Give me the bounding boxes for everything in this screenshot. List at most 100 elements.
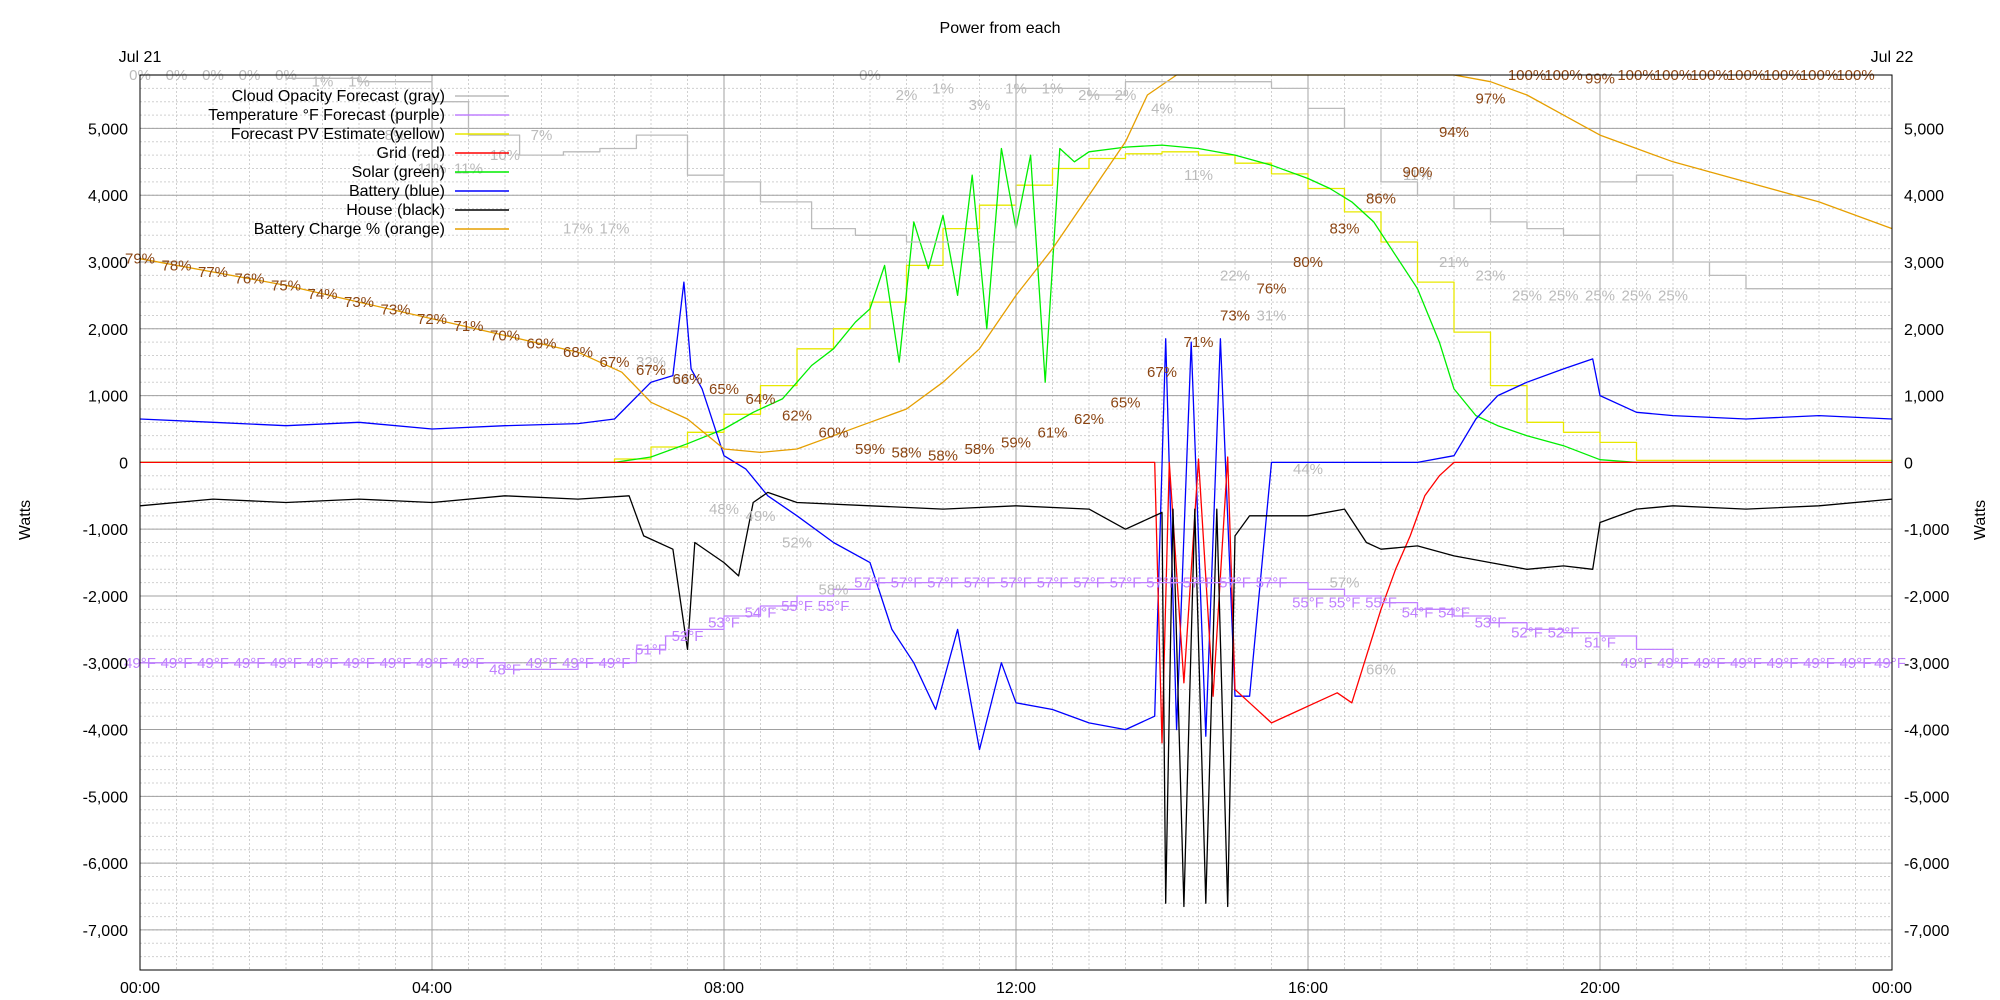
cloud-opacity-label: 11% <box>454 161 483 178</box>
temperature-label: 49°F <box>1657 655 1689 672</box>
battery-charge-label: 86% <box>1366 191 1396 208</box>
battery-charge-label: 73% <box>344 294 374 311</box>
x-tick-label: 20:00 <box>1580 980 1620 997</box>
cloud-opacity-label: 1% <box>1042 80 1064 97</box>
legend-entry-label: Grid (red) <box>377 145 445 162</box>
cloud-opacity-label: 49% <box>745 508 775 525</box>
y-tick-label-right: 0 <box>1904 455 1913 472</box>
x-tick-label: 00:00 <box>1872 980 1912 997</box>
y-tick-label-left: 4,000 <box>88 188 128 205</box>
date-label: Jul 21 <box>119 49 162 66</box>
y-tick-label-left: 1,000 <box>88 389 128 406</box>
temperature-label: 57°F <box>1037 575 1069 592</box>
temperature-label: 49°F <box>1621 655 1653 672</box>
temperature-label: 49°F <box>526 655 558 672</box>
battery-charge-label: 58% <box>891 444 921 461</box>
temperature-label: 49°F <box>562 655 594 672</box>
cloud-opacity-label: 25% <box>1512 287 1542 304</box>
battery-charge-label: 67% <box>636 362 666 379</box>
battery-charge-label: 69% <box>526 336 556 353</box>
temperature-label: 49°F <box>380 655 412 672</box>
battery-charge-label: 77% <box>198 264 228 281</box>
temperature-label: 52°F <box>1548 625 1580 642</box>
battery-charge-label: 73% <box>1220 307 1250 324</box>
y-tick-label-right: -7,000 <box>1904 923 1949 940</box>
temperature-label: 51°F <box>1584 635 1616 652</box>
battery-charge-label: 68% <box>563 344 593 361</box>
cloud-opacity-label: 4% <box>1151 100 1173 117</box>
battery-charge-label: 78% <box>161 257 191 274</box>
battery-charge-label: 59% <box>1001 434 1031 451</box>
temperature-label: 57°F <box>1073 575 1105 592</box>
battery-charge-label: 58% <box>964 441 994 458</box>
cloud-opacity-label: 2% <box>1115 87 1137 104</box>
temperature-label: 49°F <box>1767 655 1799 672</box>
temperature-label: 49°F <box>1730 655 1762 672</box>
y-tick-label-right: -2,000 <box>1904 589 1949 606</box>
y-tick-label-left: -1,000 <box>83 522 128 539</box>
cloud-opacity-label: 25% <box>1548 287 1578 304</box>
x-tick-label: 04:00 <box>412 980 452 997</box>
cloud-opacity-label: 17% <box>599 221 629 238</box>
battery-charge-label: 73% <box>380 301 410 318</box>
temperature-label: 57°F <box>1219 575 1251 592</box>
cloud-opacity-label: 31% <box>1256 307 1286 324</box>
battery-charge-label: 99% <box>1585 70 1615 87</box>
y-tick-label-right: 2,000 <box>1904 322 1944 339</box>
temperature-label: 57°F <box>891 575 923 592</box>
cloud-opacity-label: 21% <box>1439 254 1469 271</box>
cloud-opacity-label: 1% <box>1005 80 1027 97</box>
battery-charge-label: 70% <box>490 327 520 344</box>
battery-charge-label: 64% <box>745 391 775 408</box>
battery-charge-label: 71% <box>453 318 483 335</box>
battery-charge-label: 72% <box>417 311 447 328</box>
cloud-opacity-label: 2% <box>896 87 918 104</box>
y-tick-label-right: -1,000 <box>1904 522 1949 539</box>
chart-title: Power from each <box>940 20 1061 37</box>
temperature-label: 48°F <box>489 661 521 678</box>
temperature-label: 49°F <box>197 655 229 672</box>
temperature-label: 57°F <box>964 575 996 592</box>
temperature-label: 49°F <box>1694 655 1726 672</box>
cloud-opacity-label: 25% <box>1658 287 1688 304</box>
battery-charge-label: 67% <box>599 354 629 371</box>
y-tick-label-right: 3,000 <box>1904 255 1944 272</box>
temperature-label: 52°F <box>1511 625 1543 642</box>
y-axis-label-right: Watts <box>1972 500 1989 540</box>
temperature-label: 57°F <box>1000 575 1032 592</box>
date-label: Jul 22 <box>1871 49 1914 66</box>
temperature-label: 49°F <box>161 655 193 672</box>
temperature-label: 53°F <box>708 615 740 632</box>
battery-charge-label: 76% <box>234 271 264 288</box>
battery-charge-label: 61% <box>1037 424 1067 441</box>
y-tick-label-right: 4,000 <box>1904 188 1944 205</box>
cloud-opacity-label: 7% <box>531 127 553 144</box>
cloud-opacity-label: 1% <box>932 80 954 97</box>
y-tick-label-right: -4,000 <box>1904 723 1949 740</box>
temperature-label: 49°F <box>599 655 631 672</box>
temperature-label: 55°F <box>818 598 850 615</box>
y-tick-label-right: 1,000 <box>1904 389 1944 406</box>
legend-entry-label: Battery (blue) <box>349 183 445 200</box>
battery-charge-label: 66% <box>672 371 702 388</box>
temperature-label: 57°F <box>1146 575 1178 592</box>
y-tick-label-left: -5,000 <box>83 789 128 806</box>
cloud-opacity-label: 22% <box>1220 267 1250 284</box>
temperature-label: 49°F <box>1840 655 1872 672</box>
legend-entry-label: Cloud Opacity Forecast (gray) <box>232 88 445 105</box>
legend-entry-label: Battery Charge % (orange) <box>254 221 445 238</box>
y-tick-label-left: 2,000 <box>88 322 128 339</box>
y-tick-label-right: -3,000 <box>1904 656 1949 673</box>
temperature-label: 55°F <box>1365 595 1397 612</box>
y-tick-label-left: -4,000 <box>83 723 128 740</box>
cloud-opacity-label: 66% <box>1366 661 1396 678</box>
battery-charge-label: 62% <box>782 408 812 425</box>
temperature-label: 49°F <box>307 655 339 672</box>
battery-charge-label: 62% <box>1074 411 1104 428</box>
temperature-label: 55°F <box>1292 595 1324 612</box>
temperature-label: 55°F <box>1329 595 1361 612</box>
cloud-opacity-label: 57% <box>1329 575 1359 592</box>
cloud-opacity-label: 23% <box>1475 267 1505 284</box>
battery-charge-label: 71% <box>1183 334 1213 351</box>
x-tick-label: 16:00 <box>1288 980 1328 997</box>
